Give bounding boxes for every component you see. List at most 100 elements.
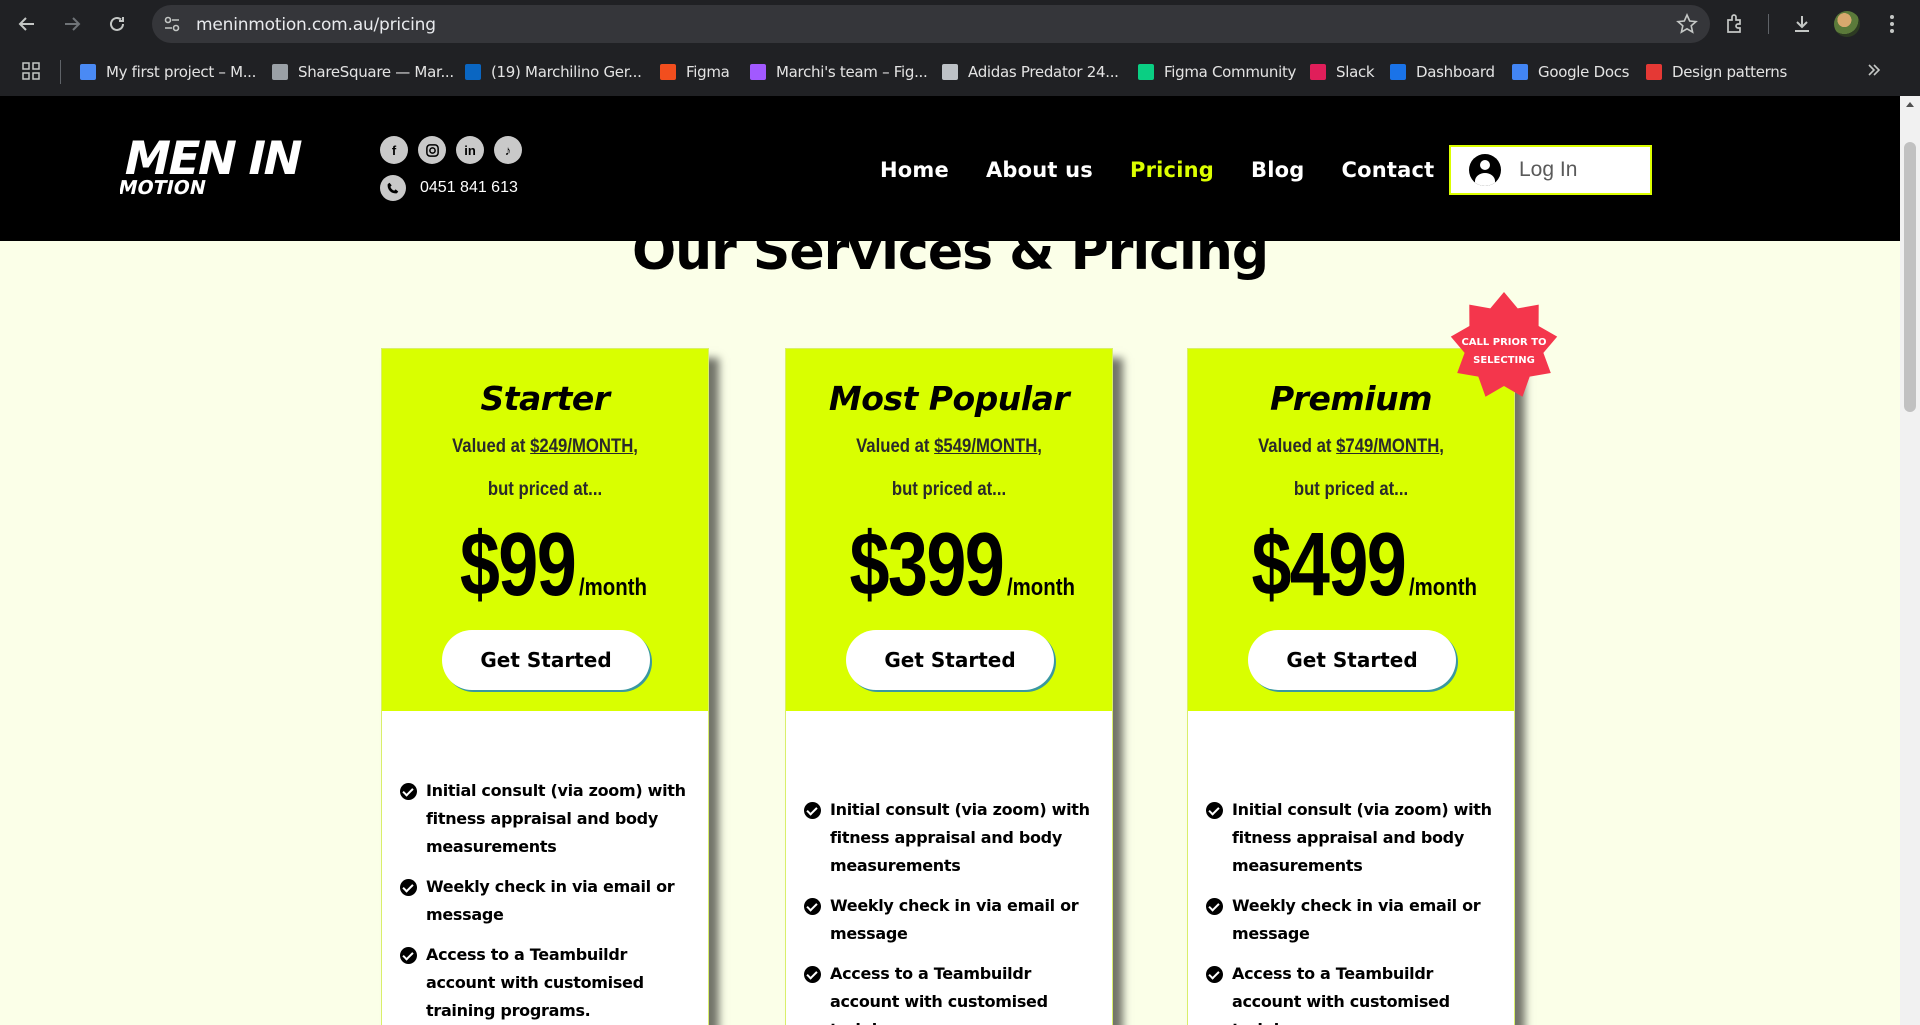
bookmark-label: ShareSquare — Mar... (298, 63, 454, 81)
apps-grid-icon[interactable] (22, 62, 40, 80)
phone-contact: 0451 841 613 (380, 175, 518, 201)
bookmark-favicon-icon (1390, 64, 1406, 80)
bookmark-favicon-icon (750, 64, 766, 80)
feature-item: Initial consult (via zoom) with fitness … (804, 796, 1094, 880)
card-header: Starter Valued at $249/MONTH, but priced… (382, 349, 708, 711)
bookmark-favicon-icon (660, 64, 676, 80)
instagram-icon[interactable] (418, 136, 446, 164)
profile-avatar[interactable] (1834, 11, 1860, 37)
get-started-button[interactable]: Get Started (1248, 630, 1456, 690)
bookmark-favicon-icon (1138, 64, 1154, 80)
bookmark-item[interactable]: Slack (1310, 60, 1375, 84)
feature-item: Access to a Teambuildr account with cust… (804, 960, 1094, 1025)
page-title: Our Services & Pricing (631, 222, 1269, 282)
feature-text: Initial consult (via zoom) with fitness … (1232, 800, 1492, 875)
bookmark-label: Dashboard (1416, 63, 1495, 81)
price-row: $499 /month (1188, 514, 1514, 617)
feature-text: Access to a Teambuildr account with cust… (1232, 964, 1450, 1025)
men-in-motion-logo[interactable]: MEN IN MOTION (120, 134, 360, 196)
price-row: $99 /month (382, 514, 708, 617)
forward-button[interactable] (56, 8, 88, 40)
bookmarks-divider (60, 60, 61, 84)
feature-item: Initial consult (via zoom) with fitness … (1206, 796, 1496, 880)
phone-number[interactable]: 0451 841 613 (420, 179, 518, 197)
more-menu-icon[interactable] (1880, 12, 1904, 36)
browser-chrome: meninmotion.com.au/pricing My first proj… (0, 0, 1920, 96)
page-scrollbar[interactable] (1900, 96, 1920, 1025)
bookmark-item[interactable]: Figma (660, 60, 730, 84)
bookmark-favicon-icon (465, 64, 481, 80)
feature-text: Weekly check in via email or message (1232, 896, 1481, 943)
price-period: /month (579, 574, 648, 601)
bookmark-item[interactable]: Google Docs (1512, 60, 1629, 84)
plan-name: Starter (480, 379, 610, 418)
priced-at-text: but priced at... (891, 479, 1007, 500)
facebook-icon[interactable]: f (380, 136, 408, 164)
feature-text: Weekly check in via email or message (830, 896, 1079, 943)
feature-list: Initial consult (via zoom) with fitness … (804, 796, 1094, 1025)
user-icon (1469, 154, 1501, 186)
bookmark-item[interactable]: Dashboard (1390, 60, 1495, 84)
bookmark-item[interactable]: (19) Marchilino Ger... (465, 60, 642, 84)
chevron-double-right-icon[interactable] (1866, 62, 1882, 78)
download-icon[interactable] (1790, 12, 1814, 36)
bookmark-item[interactable]: Adidas Predator 24... (942, 60, 1119, 84)
login-label: Log In (1519, 158, 1578, 181)
bookmark-item[interactable]: Marchi's team – Fig... (750, 60, 928, 84)
nav-pricing[interactable]: Pricing (1130, 158, 1214, 182)
feature-item: Weekly check in via email or message (1206, 892, 1496, 948)
plan-price: $399 (849, 515, 1004, 615)
nav-blog[interactable]: Blog (1251, 158, 1304, 182)
site-header: MEN IN MOTION f in ♪ 0451 841 613 Home A… (0, 96, 1900, 241)
pricing-card-premium: Premium Valued at $749/MONTH, but priced… (1187, 348, 1515, 1025)
plan-name: Most Popular (828, 379, 1070, 418)
check-circle-icon (804, 898, 821, 915)
valued-suffix: , (1037, 436, 1042, 457)
valued-suffix: , (633, 436, 638, 457)
valued-prefix: Valued at (452, 436, 531, 457)
plan-price: $499 (1251, 515, 1406, 615)
valued-at-text: Valued at $549/MONTH, (806, 436, 1093, 458)
scrollbar-thumb[interactable] (1904, 142, 1916, 412)
get-started-button[interactable]: Get Started (442, 630, 650, 690)
price-period: /month (1409, 574, 1478, 601)
linkedin-icon[interactable]: in (456, 136, 484, 164)
nav-home[interactable]: Home (880, 158, 949, 182)
site-info-icon[interactable] (162, 14, 182, 34)
feature-text: Initial consult (via zoom) with fitness … (830, 800, 1090, 875)
bookmark-label: Marchi's team – Fig... (776, 63, 928, 81)
check-circle-icon (400, 783, 417, 800)
phone-icon (380, 175, 406, 201)
bookmark-favicon-icon (80, 64, 96, 80)
badge-line1: CALL PRIOR TO (1461, 337, 1547, 348)
card-header: Premium Valued at $749/MONTH, but priced… (1188, 349, 1514, 711)
extensions-icon[interactable] (1723, 12, 1747, 36)
back-button[interactable] (11, 8, 43, 40)
address-bar[interactable]: meninmotion.com.au/pricing (152, 5, 1710, 43)
browser-toolbar: meninmotion.com.au/pricing (0, 0, 1920, 48)
scroll-up-arrow-icon[interactable] (1906, 102, 1914, 107)
check-circle-icon (804, 966, 821, 983)
feature-list: Initial consult (via zoom) with fitness … (400, 777, 690, 1025)
login-button[interactable]: Log In (1449, 145, 1652, 195)
bookmark-item[interactable]: Figma Community (1138, 60, 1296, 84)
nav-about-us[interactable]: About us (986, 158, 1093, 182)
star-icon[interactable] (1676, 13, 1698, 35)
feature-text: Initial consult (via zoom) with fitness … (426, 781, 686, 856)
check-circle-icon (804, 802, 821, 819)
check-circle-icon (1206, 898, 1223, 915)
price-period: /month (1007, 574, 1076, 601)
badge-line2: SELECTING (1473, 355, 1535, 366)
logo-line2: MOTION (120, 176, 208, 196)
feature-list: Initial consult (via zoom) with fitness … (1206, 796, 1496, 1025)
bookmark-item[interactable]: ShareSquare — Mar... (272, 60, 454, 84)
bookmark-favicon-icon (1646, 64, 1662, 80)
bookmark-favicon-icon (1310, 64, 1326, 80)
nav-contact[interactable]: Contact (1341, 158, 1434, 182)
bookmark-item[interactable]: Design patterns (1646, 60, 1787, 84)
priced-at-text: but priced at... (487, 479, 603, 500)
get-started-button[interactable]: Get Started (846, 630, 1054, 690)
bookmark-item[interactable]: My first project – M... (80, 60, 256, 84)
tiktok-icon[interactable]: ♪ (494, 136, 522, 164)
reload-button[interactable] (101, 8, 133, 40)
